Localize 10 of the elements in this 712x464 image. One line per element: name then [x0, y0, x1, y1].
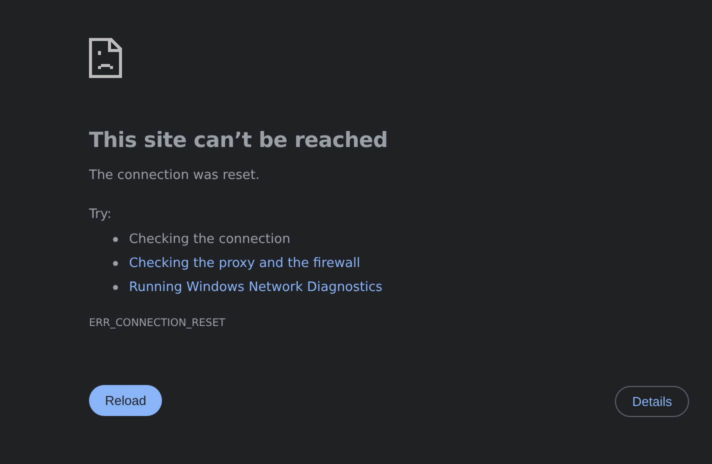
try-label: Try:	[89, 206, 113, 224]
suggestion-text: Checking the connection	[129, 232, 290, 246]
error-heading: This site can’t be reached	[89, 127, 389, 154]
sad-page-icon	[89, 38, 122, 78]
reload-button[interactable]: Reload	[89, 385, 162, 416]
details-button[interactable]: Details	[615, 386, 689, 417]
error-code: ERR_CONNECTION_RESET	[89, 316, 226, 330]
error-message: The connection was reset.	[89, 167, 261, 185]
suggestion-link[interactable]: Running Windows Network Diagnostics	[129, 280, 382, 294]
suggestion-link[interactable]: Checking the proxy and the firewall	[129, 256, 360, 270]
